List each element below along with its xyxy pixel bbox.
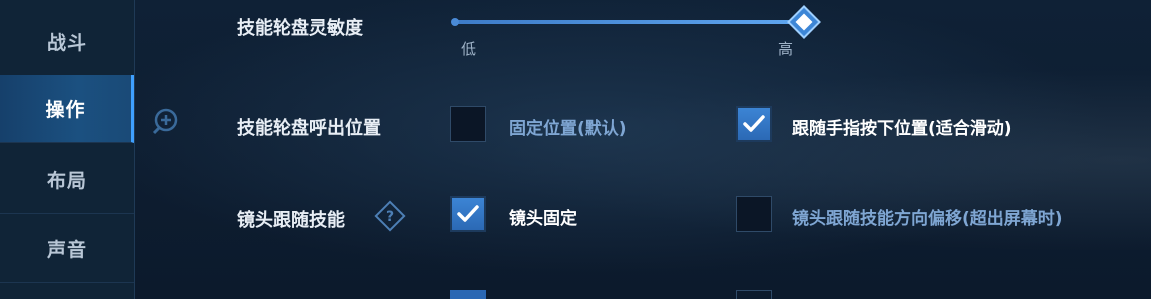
sidebar-item-label: 操作 [45,99,86,121]
sidebar-item-label: 战斗 [46,32,87,54]
camera-offset-option-label[interactable]: 镜头跟随技能方向偏移(超出屏幕时) [792,204,1063,229]
svg-text:?: ? [386,209,394,225]
fixed-position-option-label[interactable]: 固定位置(默认) [509,114,627,139]
sidebar-item-label: 布局 [46,170,87,192]
sensitivity-label: 技能轮盘灵敏度 [237,18,363,39]
checkmark-icon [743,115,765,132]
follow-finger-option-label[interactable]: 跟随手指按下位置(适合滑动) [792,114,1012,139]
camera-follow-label: 镜头跟随技能 [237,210,345,231]
sensitivity-slider-thumb[interactable] [787,5,821,39]
next-row-checkbox-partial[interactable] [450,290,486,299]
sensitivity-slider-track[interactable] [455,20,805,24]
follow-finger-checkbox[interactable] [736,106,772,142]
next-row-checkbox-partial-2[interactable] [736,290,772,299]
slider-min-label: 低 [461,40,477,58]
sidebar-item-sound[interactable]: 声音 [0,215,134,283]
camera-fixed-checkbox[interactable] [450,196,486,232]
fixed-position-checkbox[interactable] [450,106,486,142]
sidebar-item-controls[interactable]: 操作 [0,75,134,143]
checkmark-icon [457,205,479,222]
camera-fixed-option-label[interactable]: 镜头固定 [509,204,577,229]
camera-offset-checkbox[interactable] [736,196,772,232]
zoom-in-icon[interactable] [152,106,182,136]
game-background [0,0,1151,299]
wheel-position-label: 技能轮盘呼出位置 [237,118,381,139]
question-diamond-icon[interactable]: ? [374,200,406,232]
settings-sidebar: 战斗 操作 布局 声音 [0,0,135,299]
sidebar-item-layout[interactable]: 布局 [0,146,134,214]
slider-max-label: 高 [778,40,794,58]
sidebar-item-label: 声音 [46,239,87,261]
slider-start-dot [451,18,459,26]
sidebar-item-combat[interactable]: 战斗 [0,8,134,76]
